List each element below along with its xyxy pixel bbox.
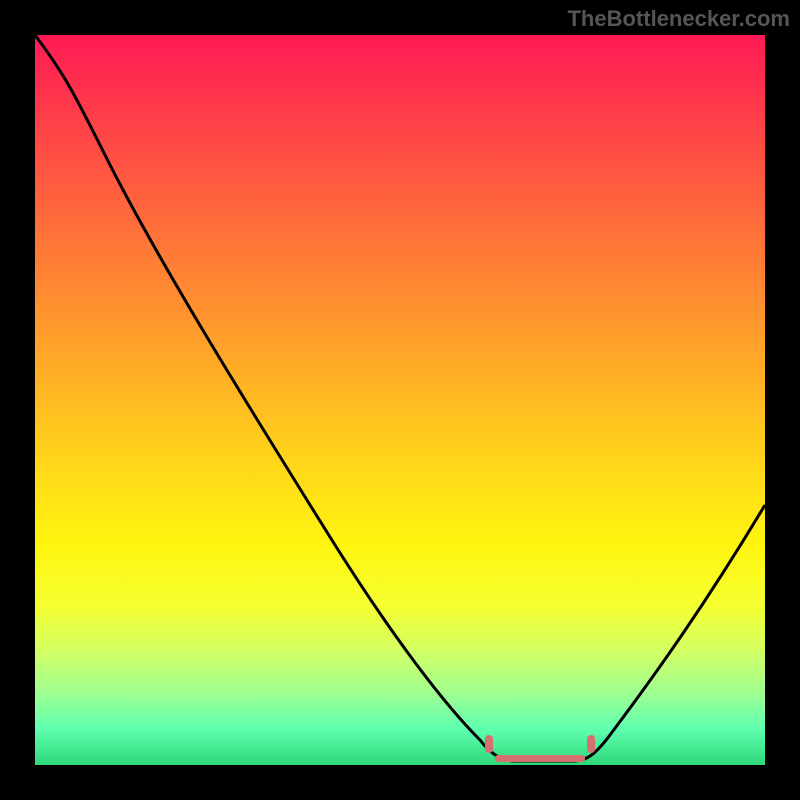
bottleneck-curve [35,35,765,765]
curve-path [35,35,765,761]
plot-area [35,35,765,765]
optimal-marker-left [485,735,493,753]
chart-container: TheBottlenecker.com [0,0,800,800]
watermark-text: TheBottlenecker.com [567,6,790,32]
optimal-marker-band [495,755,585,762]
optimal-marker-right [587,735,595,753]
